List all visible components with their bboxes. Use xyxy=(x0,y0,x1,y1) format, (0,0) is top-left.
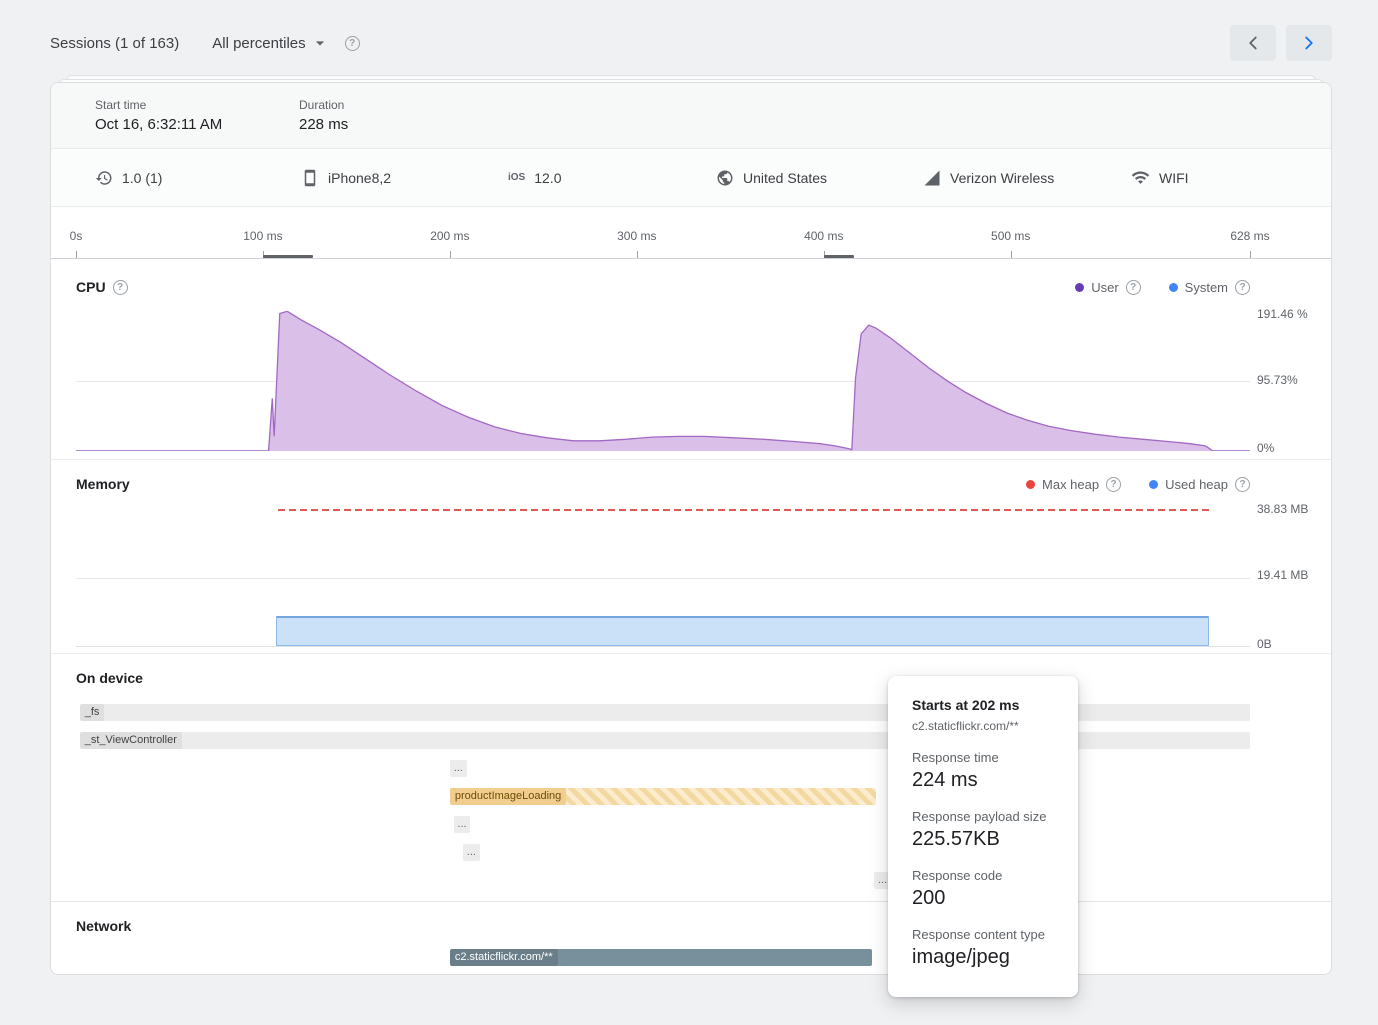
wifi-icon xyxy=(1131,168,1150,187)
cell-signal-icon xyxy=(923,169,941,187)
system-legend-label: System xyxy=(1185,280,1228,295)
user-help-icon[interactable]: ? xyxy=(1126,280,1141,295)
duration-label: Duration xyxy=(299,98,348,112)
connection-item: WIFI xyxy=(1131,149,1189,206)
trace-bar-collapsed[interactable]: ... xyxy=(463,844,480,861)
device-info-row: 1.0 (1) iPhone8,2 iOS 12.0 United States… xyxy=(51,149,1331,207)
memory-title: Memory xyxy=(76,476,130,492)
sessions-count-label: Sessions (1 of 163) xyxy=(50,35,179,52)
duration-value: 228 ms xyxy=(299,116,348,133)
trace-bar-product-image-loading[interactable]: productImageLoading xyxy=(450,788,876,805)
device-model-value: iPhone8,2 xyxy=(328,170,391,186)
max-heap-line xyxy=(278,509,1209,511)
carrier-value: Verizon Wireless xyxy=(950,170,1054,186)
used-heap-legend-dot xyxy=(1149,480,1158,489)
tooltip-field: Response content type image/jpeg xyxy=(912,927,1054,969)
request-tooltip: Starts at 202 ms c2.staticflickr.com/** … xyxy=(888,676,1078,997)
help-icon[interactable]: ? xyxy=(345,36,360,51)
tick-mark xyxy=(637,251,638,258)
duration-block: Duration 228 ms xyxy=(299,98,348,133)
on-device-title: On device xyxy=(76,670,143,686)
used-heap-area xyxy=(276,616,1209,646)
cpu-title: CPU xyxy=(76,279,106,295)
used-heap-help-icon[interactable]: ? xyxy=(1235,477,1250,492)
session-nav xyxy=(1230,25,1332,61)
session-card: Start time Oct 16, 6:32:11 AM Duration 2… xyxy=(50,82,1332,975)
start-time-label: Start time xyxy=(95,98,222,112)
device-model-item: iPhone8,2 xyxy=(301,149,391,206)
country-value: United States xyxy=(743,170,827,186)
app-version-value: 1.0 (1) xyxy=(122,170,162,186)
cpu-ytick-max: 191.46 % xyxy=(1257,307,1309,322)
trace-bar-collapsed[interactable]: ... xyxy=(454,816,471,833)
session-header: Start time Oct 16, 6:32:11 AM Duration 2… xyxy=(51,83,1331,149)
tooltip-field: Response payload size 225.57KB xyxy=(912,809,1054,851)
network-section: Network c2.staticflickr.com/** xyxy=(51,901,1331,976)
start-time-block: Start time Oct 16, 6:32:11 AM xyxy=(95,98,222,133)
cpu-ytick-mid: 95.73% xyxy=(1257,373,1309,388)
memory-baseline xyxy=(76,646,1250,647)
used-heap-legend-label: Used heap xyxy=(1165,477,1228,492)
cpu-legend: User ? System ? xyxy=(1075,280,1250,295)
user-legend-label: User xyxy=(1091,280,1118,295)
prev-session-button[interactable] xyxy=(1230,25,1276,61)
max-heap-legend-label: Max heap xyxy=(1042,477,1099,492)
tick-mark xyxy=(76,251,77,258)
carrier-item: Verizon Wireless xyxy=(923,149,1054,206)
trace-bar-collapsed[interactable]: ... xyxy=(450,760,467,777)
memory-ytick-max: 38.83 MB xyxy=(1257,502,1309,517)
os-version-value: 12.0 xyxy=(534,170,561,186)
ios-icon: iOS xyxy=(508,172,525,183)
smartphone-icon xyxy=(301,169,319,187)
globe-icon xyxy=(716,169,734,187)
max-heap-help-icon[interactable]: ? xyxy=(1106,477,1121,492)
on-device-section: On device _fs _st_ViewController ... pro… xyxy=(51,653,1331,901)
tick-mark xyxy=(1250,251,1251,258)
max-heap-legend-dot xyxy=(1026,480,1035,489)
app-version-item: 1.0 (1) xyxy=(95,149,162,206)
memory-y-axis: 38.83 MB 19.41 MB 0B xyxy=(1257,502,1313,647)
system-legend-dot xyxy=(1169,283,1178,292)
next-session-button[interactable] xyxy=(1286,25,1332,61)
memory-legend: Max heap ? Used heap ? xyxy=(1026,477,1250,492)
os-version-item: iOS 12.0 xyxy=(508,149,561,206)
tooltip-url: c2.staticflickr.com/** xyxy=(912,719,1054,733)
tooltip-title: Starts at 202 ms xyxy=(912,697,1054,713)
tooltip-field: Response time 224 ms xyxy=(912,750,1054,792)
tick-mark xyxy=(450,251,451,258)
cpu-area-chart xyxy=(76,311,1250,451)
memory-ytick-mid: 19.41 MB xyxy=(1257,568,1309,583)
cpu-y-axis: 191.46 % 95.73% 0% xyxy=(1257,311,1313,451)
tooltip-field: Response code 200 xyxy=(912,868,1054,910)
timeline-ruler: 0s 100 ms 200 ms 300 ms 400 ms 500 ms 62… xyxy=(51,207,1331,259)
cpu-section: CPU ? User ? System ? 191.46 % 95.73% 0% xyxy=(51,259,1331,459)
memory-gridline xyxy=(76,578,1250,579)
history-icon xyxy=(95,169,113,187)
activity-marker xyxy=(263,255,313,258)
activity-marker xyxy=(824,255,854,258)
chevron-right-icon xyxy=(1298,32,1320,54)
country-item: United States xyxy=(716,149,827,206)
cpu-ytick-zero: 0% xyxy=(1257,441,1309,456)
network-title: Network xyxy=(76,918,131,934)
percentiles-dropdown-label: All percentiles xyxy=(212,35,305,52)
chevron-down-icon xyxy=(310,33,330,53)
connection-value: WIFI xyxy=(1159,170,1189,186)
start-time-value: Oct 16, 6:32:11 AM xyxy=(95,116,222,133)
percentiles-dropdown[interactable]: All percentiles xyxy=(212,33,329,53)
chevron-left-icon xyxy=(1242,32,1264,54)
tick-mark xyxy=(1011,251,1012,258)
memory-ytick-zero: 0B xyxy=(1257,637,1309,652)
memory-section: Memory Max heap ? Used heap ? 38.83 MB 1… xyxy=(51,459,1331,653)
user-legend-dot xyxy=(1075,283,1084,292)
top-toolbar: Sessions (1 of 163) All percentiles ? xyxy=(50,24,1332,62)
cpu-help-icon[interactable]: ? xyxy=(113,280,128,295)
memory-chart[interactable] xyxy=(76,502,1250,647)
system-help-icon[interactable]: ? xyxy=(1235,280,1250,295)
cpu-chart[interactable] xyxy=(76,311,1250,451)
network-request-bar[interactable]: c2.staticflickr.com/** xyxy=(450,949,872,966)
